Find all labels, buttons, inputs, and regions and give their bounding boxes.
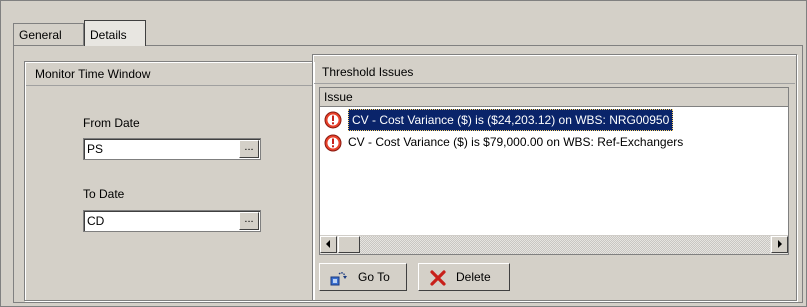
- monitor-time-window-group: Monitor Time Window From Date PS ... To …: [24, 61, 314, 301]
- warning-icon: [324, 111, 342, 129]
- issue-row[interactable]: CV - Cost Variance ($) is $79,000.00 on …: [320, 131, 788, 154]
- from-date-browse-button[interactable]: ...: [239, 140, 259, 158]
- scroll-thumb[interactable]: [338, 236, 360, 253]
- delete-button[interactable]: Delete: [418, 263, 510, 291]
- from-date-field[interactable]: PS ...: [83, 138, 261, 160]
- tab-details[interactable]: Details: [84, 20, 146, 46]
- delete-icon: [430, 270, 446, 286]
- issue-text: CV - Cost Variance ($) is $79,000.00 on …: [348, 135, 684, 149]
- go-to-button[interactable]: Go To: [319, 263, 407, 291]
- details-window: General Details Monitor Time Window From…: [0, 0, 807, 307]
- tab-general[interactable]: General: [13, 23, 84, 45]
- column-header-issue[interactable]: Issue: [320, 88, 788, 107]
- arrow-left-icon: [326, 240, 330, 248]
- to-date-label: To Date: [83, 187, 125, 201]
- warning-icon: [324, 134, 342, 152]
- to-date-browse-button[interactable]: ...: [239, 212, 259, 230]
- threshold-issues-group: Threshold Issues Issue CV - Cost Varianc…: [312, 54, 797, 301]
- scroll-left-button[interactable]: [320, 236, 337, 253]
- horizontal-scrollbar[interactable]: [320, 235, 788, 254]
- go-to-label: Go To: [358, 270, 390, 284]
- threshold-issues-title: Threshold Issues: [314, 61, 795, 84]
- issues-list[interactable]: Issue CV - Cost Variance ($) is ($24,203…: [319, 87, 789, 255]
- issue-row[interactable]: CV - Cost Variance ($) is ($24,203.12) o…: [320, 108, 788, 131]
- scroll-track[interactable]: [360, 236, 770, 254]
- to-date-value: CD: [87, 214, 105, 228]
- monitor-time-window-title: Monitor Time Window: [26, 63, 312, 86]
- from-date-label: From Date: [83, 116, 140, 130]
- issue-text: CV - Cost Variance ($) is ($24,203.12) o…: [348, 109, 674, 131]
- tab-panel-details: Monitor Time Window From Date PS ... To …: [13, 45, 803, 303]
- to-date-field[interactable]: CD ...: [83, 210, 261, 232]
- scroll-right-button[interactable]: [771, 236, 788, 253]
- go-to-icon: [330, 272, 347, 286]
- from-date-value: PS: [87, 142, 104, 156]
- arrow-right-icon: [778, 240, 782, 248]
- delete-label: Delete: [456, 270, 491, 284]
